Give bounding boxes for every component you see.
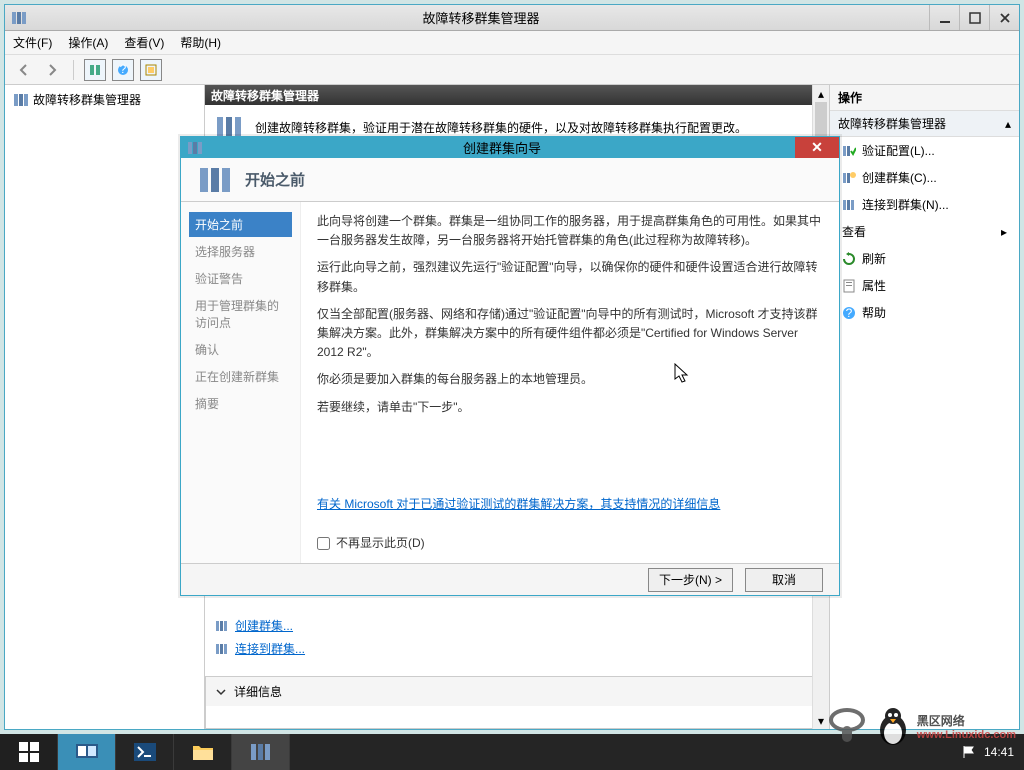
link-create-cluster[interactable]: 创建群集... (215, 614, 813, 637)
toolbar-help-button[interactable]: ? (112, 59, 134, 81)
wizard-p4: 你必须是要加入群集的每台服务器上的本地管理员。 (317, 370, 823, 389)
submenu-arrow-icon: ▸ (1001, 225, 1007, 239)
tb-powershell[interactable] (116, 734, 174, 770)
window-title: 故障转移群集管理器 (33, 8, 929, 27)
menu-file[interactable]: 文件(F) (13, 34, 52, 51)
main-titlebar: 故障转移群集管理器 (5, 5, 1019, 31)
detail-header[interactable]: 详细信息 (206, 677, 822, 706)
actions-panel: 操作 故障转移群集管理器 ▴ 验证配置(L)... 创建群集(C)... 连接到… (829, 85, 1019, 729)
action-refresh[interactable]: 刷新 (830, 245, 1019, 272)
toolbar: ? (5, 55, 1019, 85)
center-links: 创建群集... 连接到群集... (205, 610, 823, 664)
create-cluster-wizard: 创建群集向导 ✕ 开始之前 开始之前 选择服务器 验证警告 用于管理群集的访问点… (180, 136, 840, 596)
svg-text:?: ? (846, 306, 853, 320)
server-manager-icon (74, 741, 100, 763)
toolbar-button-1[interactable] (84, 59, 106, 81)
start-button[interactable] (0, 734, 58, 770)
wizard-p5: 若要继续，请单击"下一步"。 (317, 398, 823, 417)
tb-server-manager[interactable] (58, 734, 116, 770)
menu-help[interactable]: 帮助(H) (180, 34, 221, 51)
wizard-checkbox-label: 不再显示此页(D) (336, 534, 425, 553)
wizard-nav-select-servers[interactable]: 选择服务器 (189, 239, 292, 264)
wizard-close-button[interactable]: ✕ (795, 137, 839, 158)
cluster-manager-icon (249, 741, 273, 763)
svg-text:?: ? (120, 64, 127, 76)
windows-logo-icon (18, 741, 40, 763)
help-icon: ? (842, 306, 856, 320)
nav-back-button[interactable] (13, 59, 35, 81)
properties-icon (842, 279, 856, 293)
tray-flag-icon (962, 745, 976, 759)
center-header: 故障转移群集管理器 (205, 85, 823, 105)
wizard-p3: 仅当全部配置(服务器、网络和存储)通过"验证配置"向导中的所有测试时，Micro… (317, 305, 823, 363)
menu-action[interactable]: 操作(A) (68, 34, 108, 51)
minimize-button[interactable] (929, 5, 959, 30)
folder-icon (191, 742, 215, 762)
taskbar: 14:41 (0, 734, 1024, 770)
wizard-titlebar[interactable]: 创建群集向导 ✕ (181, 137, 839, 158)
center-banner-text: 创建故障转移群集，验证用于潜在故障转移群集的硬件，以及对故障转移群集执行配置更改… (255, 119, 747, 136)
wizard-header-icon (197, 162, 233, 198)
cluster-link-icon (215, 642, 229, 656)
action-help[interactable]: ?帮助 (830, 299, 1019, 326)
wizard-nav: 开始之前 选择服务器 验证警告 用于管理群集的访问点 确认 正在创建新群集 摘要 (181, 202, 301, 563)
wizard-p2: 运行此向导之前，强烈建议先运行"验证配置"向导，以确保你的硬件和硬件设置适合进行… (317, 258, 823, 296)
actions-subheader: 故障转移群集管理器 ▴ (830, 111, 1019, 137)
maximize-button[interactable] (959, 5, 989, 30)
action-properties[interactable]: 属性 (830, 272, 1019, 299)
actions-header: 操作 (830, 85, 1019, 111)
wizard-nav-before-begin[interactable]: 开始之前 (189, 212, 292, 237)
tree-root[interactable]: 故障转移群集管理器 (9, 89, 200, 110)
nav-forward-button[interactable] (41, 59, 63, 81)
wizard-ms-link[interactable]: 有关 Microsoft 对于已通过验证测试的群集解决方案，其支持情况的详细信息 (317, 495, 720, 514)
wizard-icon (181, 140, 209, 156)
tb-cluster-manager[interactable] (232, 734, 290, 770)
wizard-p1: 此向导将创建一个群集。群集是一组协同工作的服务器，用于提高群集角色的可用性。如果… (317, 212, 823, 250)
action-view[interactable]: 查看▸ (830, 218, 1019, 245)
action-connect-cluster[interactable]: 连接到群集(N)... (830, 191, 1019, 218)
wizard-cancel-button[interactable]: 取消 (745, 568, 823, 592)
menubar: 文件(F) 操作(A) 查看(V) 帮助(H) (5, 31, 1019, 55)
nav-tree: 故障转移群集管理器 (5, 85, 205, 729)
app-icon (5, 10, 33, 26)
wizard-header: 开始之前 (181, 158, 839, 202)
powershell-icon (133, 742, 157, 762)
refresh-icon (842, 252, 856, 266)
wizard-page-title: 开始之前 (245, 169, 305, 190)
link-connect-cluster[interactable]: 连接到群集... (215, 637, 813, 660)
detail-section: 详细信息 (205, 676, 823, 729)
action-create-cluster[interactable]: 创建群集(C)... (830, 164, 1019, 191)
tb-explorer[interactable] (174, 734, 232, 770)
chevron-down-icon (216, 687, 226, 697)
wizard-title: 创建群集向导 (209, 138, 795, 157)
wizard-nav-validation-warning[interactable]: 验证警告 (189, 266, 292, 291)
wizard-nav-confirm[interactable]: 确认 (189, 337, 292, 362)
wizard-nav-summary[interactable]: 摘要 (189, 391, 292, 416)
wizard-nav-access-point[interactable]: 用于管理群集的访问点 (189, 293, 292, 335)
cluster-link-icon (215, 619, 229, 633)
collapse-icon[interactable]: ▴ (1005, 117, 1011, 131)
wizard-dont-show-checkbox[interactable] (317, 537, 330, 550)
taskbar-time: 14:41 (984, 745, 1014, 759)
system-tray[interactable]: 14:41 (952, 734, 1024, 770)
wizard-next-button[interactable]: 下一步(N) > (648, 568, 733, 592)
wizard-nav-creating[interactable]: 正在创建新群集 (189, 364, 292, 389)
close-button[interactable] (989, 5, 1019, 30)
menu-view[interactable]: 查看(V) (124, 34, 164, 51)
toolbar-button-3[interactable] (140, 59, 162, 81)
action-validate-config[interactable]: 验证配置(L)... (830, 137, 1019, 164)
wizard-content: 此向导将创建一个群集。群集是一组协同工作的服务器，用于提高群集角色的可用性。如果… (301, 202, 839, 563)
tree-root-label: 故障转移群集管理器 (33, 91, 141, 108)
wizard-footer: 下一步(N) > 取消 (181, 563, 839, 595)
